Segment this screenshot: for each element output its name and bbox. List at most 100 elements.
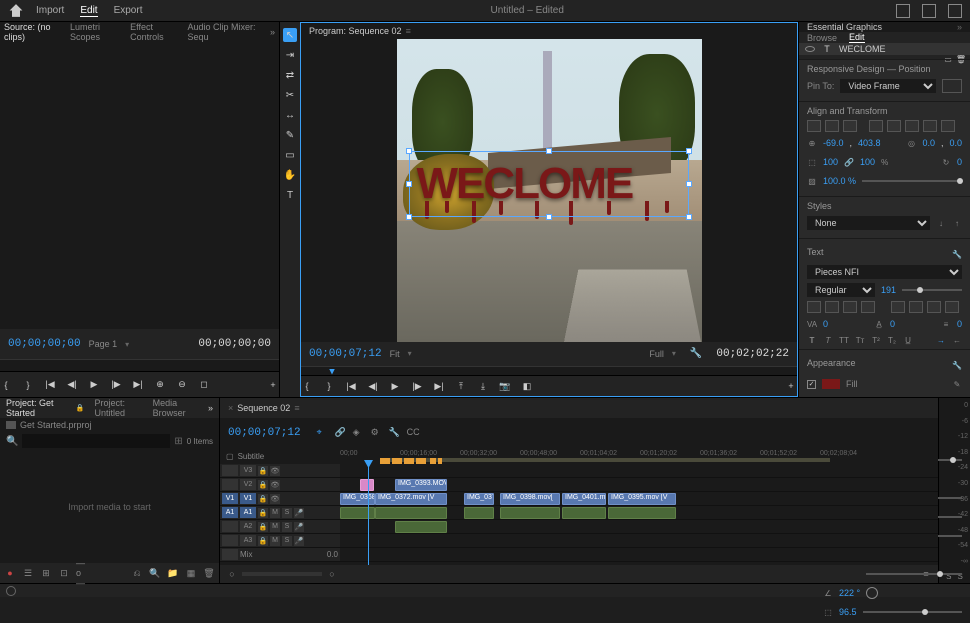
razor-tool-icon[interactable]: ✂ <box>283 88 297 102</box>
track-label-a2[interactable]: A2 <box>240 521 256 532</box>
status-icon[interactable] <box>6 586 16 596</box>
all-caps-icon[interactable]: TT <box>839 335 849 345</box>
layer-row[interactable]: T WECLOME <box>799 43 970 55</box>
text-align-top-icon[interactable] <box>891 301 905 313</box>
track-voice-icon[interactable]: 🎤 <box>294 522 304 532</box>
find-icon[interactable]: 🔍 <box>149 567 161 579</box>
lift-icon[interactable]: ⤒ <box>455 380 467 392</box>
track-label-a1[interactable]: A1 <box>240 507 256 518</box>
resize-handle-icon[interactable] <box>686 148 692 154</box>
eye-icon[interactable] <box>805 46 815 52</box>
video-clip[interactable]: IMG_0395.mov [V <box>608 493 676 505</box>
program-ruler[interactable] <box>301 366 797 376</box>
track-content-v3[interactable] <box>340 464 938 477</box>
track-target-v1[interactable]: V1 <box>222 493 238 504</box>
tab-media-browser[interactable]: Media Browser <box>153 398 198 418</box>
audio-clip[interactable] <box>395 521 447 533</box>
program-menu-icon[interactable]: ≡ <box>406 26 411 36</box>
type-tool-icon[interactable]: T <box>283 188 297 202</box>
shadow2-size-slider[interactable] <box>863 611 962 613</box>
new-bin-icon[interactable]: 📁 <box>167 567 179 579</box>
track-solo-icon[interactable]: S <box>282 536 292 546</box>
style-select[interactable]: None <box>807 216 930 230</box>
wrench-icon[interactable]: 🔧 <box>690 348 702 359</box>
program-timecode-current[interactable]: 00;00;07;12 <box>309 348 382 360</box>
panel-overflow-icon[interactable]: » <box>270 27 275 37</box>
panel-menu-icon[interactable]: ≡ <box>294 403 299 413</box>
align-left-icon[interactable] <box>807 120 821 132</box>
video-clip[interactable]: IMG_0393.MOV <box>395 479 447 491</box>
track-eye-icon[interactable]: 👁 <box>270 480 280 490</box>
text-align-left-icon[interactable] <box>807 301 821 313</box>
step-back-icon[interactable]: ◀| <box>367 380 379 392</box>
zoom-slider-icon[interactable]: —o— <box>76 567 88 579</box>
panel-overflow-icon[interactable]: » <box>208 403 213 413</box>
overwrite-icon[interactable]: ⊖ <box>176 379 188 391</box>
track-label-v3[interactable]: V3 <box>240 465 256 476</box>
zoom-dropdown-icon[interactable]: ▾ <box>408 349 412 358</box>
position-y[interactable]: 403.8 <box>858 138 881 148</box>
icon-view-icon[interactable]: ⊞ <box>40 567 52 579</box>
align-right-icon[interactable] <box>843 120 857 132</box>
audio-clip[interactable] <box>340 507 375 519</box>
zoom-in-icon[interactable]: ○ <box>326 568 338 580</box>
track-label-v1[interactable]: V1 <box>240 493 256 504</box>
audio-clip[interactable] <box>562 507 606 519</box>
title-clip[interactable] <box>360 479 374 491</box>
track-voice-icon[interactable]: 🎤 <box>294 508 304 518</box>
play-icon[interactable]: ▶ <box>389 380 401 392</box>
track-label-a3[interactable]: A3 <box>240 535 256 546</box>
eyedropper-icon[interactable]: ✎ <box>952 379 962 389</box>
automate-icon[interactable]: ⎌ <box>131 567 143 579</box>
selection-tool-icon[interactable]: ↖ <box>283 28 297 42</box>
wrench-icon[interactable]: 🔧 <box>952 360 962 370</box>
record-icon[interactable]: ● <box>4 567 16 579</box>
style-upload-icon[interactable]: ↓ <box>936 218 946 228</box>
track-target-v2[interactable] <box>222 479 238 490</box>
shadow2-opacity-slider[interactable] <box>866 573 962 575</box>
track-mute-icon[interactable]: M <box>270 522 280 532</box>
audio-clip[interactable] <box>608 507 676 519</box>
zoom-slider[interactable] <box>242 572 322 576</box>
shadow2-angle[interactable]: 222 ° <box>839 588 860 598</box>
track-select-tool-icon[interactable]: ⇥ <box>283 48 297 62</box>
pin-to-select[interactable]: Video Frame <box>840 79 936 93</box>
freeform-view-icon[interactable]: ⊡ <box>58 567 70 579</box>
shadow2-size[interactable]: 96.5 <box>839 607 857 617</box>
track-lock-icon[interactable]: 🔒 <box>258 494 268 504</box>
distribute-h-icon[interactable] <box>923 120 937 132</box>
slip-tool-icon[interactable]: ↔ <box>283 108 297 122</box>
source-timecode-in[interactable]: 00;00;00;00 <box>8 338 81 350</box>
marker-icon[interactable]: ◈ <box>353 427 365 439</box>
superscript-icon[interactable]: T² <box>871 335 881 345</box>
playhead-icon[interactable] <box>329 369 335 375</box>
text-align-center-icon[interactable] <box>825 301 839 313</box>
small-caps-icon[interactable]: Tᴛ <box>855 335 865 345</box>
scale-w[interactable]: 100 <box>823 157 838 167</box>
track-content-a2[interactable] <box>340 520 938 533</box>
resize-handle-icon[interactable] <box>546 214 552 220</box>
track-lock-icon[interactable]: 🔒 <box>258 508 268 518</box>
anchor-x[interactable]: 0.0 <box>922 138 935 148</box>
anchor-y[interactable]: 0.0 <box>949 138 962 148</box>
track-content-v2[interactable]: IMG_0393.MOV <box>340 478 938 491</box>
hand-tool-icon[interactable]: ✋ <box>283 168 297 182</box>
text-align-bottom-icon[interactable] <box>927 301 941 313</box>
style-download-icon[interactable]: ↑ <box>952 218 962 228</box>
new-item-icon[interactable]: ▦ <box>185 567 197 579</box>
video-clip[interactable]: IMG_0398.mov[ <box>500 493 560 505</box>
page-dropdown-icon[interactable]: ▾ <box>125 340 129 349</box>
ripple-edit-tool-icon[interactable]: ⇄ <box>283 68 297 82</box>
track-lock-icon[interactable]: 🔒 <box>258 536 268 546</box>
mark-in-icon[interactable]: { <box>301 380 313 392</box>
subtitle-track-icon[interactable]: ▢ <box>226 452 234 461</box>
track-eye-icon[interactable]: 👁 <box>270 494 280 504</box>
step-forward-icon[interactable]: |▶ <box>110 379 122 391</box>
video-clip[interactable]: IMG_0401.m <box>562 493 606 505</box>
tab-edit[interactable]: Edit <box>849 32 865 43</box>
link-icon[interactable]: 🔗 <box>844 157 854 167</box>
snap-icon[interactable]: ⌖ <box>317 427 329 439</box>
track-solo-icon[interactable]: S <box>282 522 292 532</box>
source-ruler[interactable] <box>0 359 279 371</box>
step-back-icon[interactable]: ◀| <box>66 379 78 391</box>
